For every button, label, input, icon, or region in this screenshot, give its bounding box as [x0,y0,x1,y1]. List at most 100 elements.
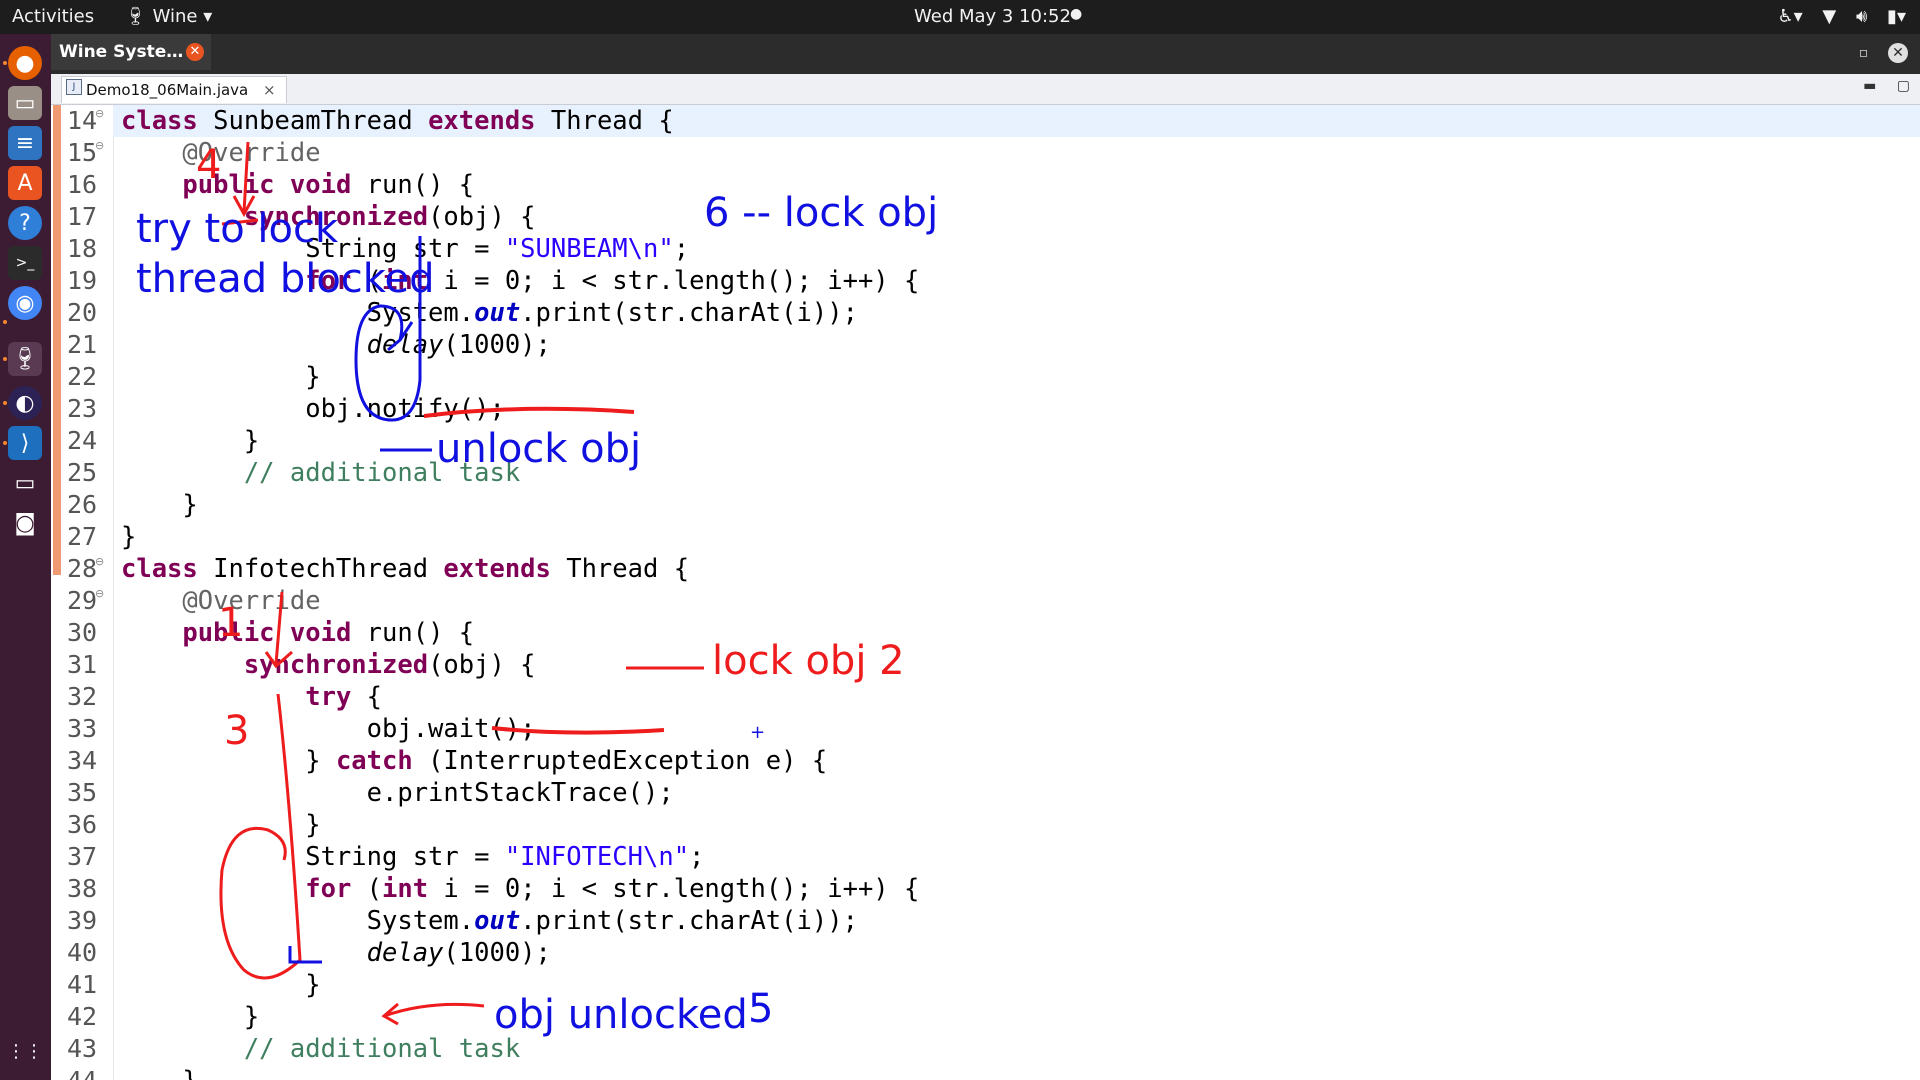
code-text: obj.notify(); [121,394,505,424]
code-editor[interactable]: 14 ⊖ class SunbeamThread extends Thread {1… [51,105,1920,1080]
line-number: 15 [67,138,98,167]
fold-toggle-icon[interactable]: ⊖ [95,107,104,120]
code-text: } [121,490,198,520]
screenshot-icon[interactable]: ◙ [8,506,42,540]
line-number: 20 [67,298,98,327]
chrome-icon[interactable]: ◉ [8,286,42,320]
window-titlebar: Wine Syste… ✕ ▫ ✕ [51,34,1920,74]
code-line[interactable]: 20 System.out.print(str.charAt(i)); [67,297,1920,329]
line-number: 17 [67,202,98,231]
fold-toggle-icon[interactable]: ⊖ [95,555,104,568]
code-line[interactable]: 16 public void run() { [67,169,1920,201]
line-number: 32 [67,682,98,711]
code-line[interactable]: 42 } [67,1001,1920,1033]
code-line[interactable]: 26 } [67,489,1920,521]
line-number: 35 [67,778,98,807]
code-line[interactable]: 38 for (int i = 0; i < str.length(); i++… [67,873,1920,905]
firefox-icon[interactable]: ● [8,46,42,80]
network-wifi-icon[interactable]: ▼ [1822,6,1836,27]
code-line[interactable]: 25 // additional task [67,457,1920,489]
code-text: } [121,522,137,552]
code-line[interactable]: 32 try { [67,681,1920,713]
line-number: 34 [67,746,98,775]
code-text: } [121,362,321,392]
terminal-icon[interactable]: >_ [8,246,42,280]
code-line[interactable]: 44 } [67,1065,1920,1080]
code-line[interactable]: 23 obj.notify(); [67,393,1920,425]
vscode-icon[interactable]: ⟩ [8,426,42,460]
line-number: 43 [67,1034,98,1063]
quick-diff-bar [53,105,61,575]
code-line[interactable]: 30 public void run() { [67,617,1920,649]
code-text: class InfotechThread extends Thread { [121,554,690,584]
remote-desktop-icon[interactable]: ▭ [8,466,42,500]
code-line[interactable]: 43 // additional task [67,1033,1920,1065]
accessibility-icon[interactable]: ♿︎▾ [1777,6,1802,27]
code-line[interactable]: 27} [67,521,1920,553]
line-number: 26 [67,490,98,519]
writer-icon[interactable]: ≡ [8,126,42,160]
line-number: 18 [67,234,98,263]
code-line[interactable]: 33 obj.wait(); [67,713,1920,745]
wine-menu-label: Wine [152,6,198,27]
code-line[interactable]: 21 delay(1000); [67,329,1920,361]
minimize-icon[interactable]: ▬ [1863,78,1876,94]
volume-icon[interactable]: 🔊︎ [1856,6,1867,27]
code-text: } [121,970,321,1000]
running-indicator [3,401,7,405]
code-line[interactable]: 31 synchronized(obj) { [67,649,1920,681]
line-number: 27 [67,522,98,551]
wine-icon[interactable]: 🍷︎ [8,342,42,376]
fold-toggle-icon[interactable]: ⊖ [95,587,104,600]
code-line[interactable]: 22 } [67,361,1920,393]
help-icon[interactable]: ? [8,206,42,240]
maximize-icon[interactable]: ▢ [1897,78,1910,94]
show-apps-icon[interactable]: ⋮⋮ [7,1034,43,1068]
close-tab-icon[interactable]: ✕ [186,43,204,61]
code-line[interactable]: 41 } [67,969,1920,1001]
code-area[interactable]: 14 ⊖ class SunbeamThread extends Thread {1… [67,105,1920,1080]
line-number: 33 [67,714,98,743]
code-text: } catch (InterruptedException e) { [121,746,828,776]
code-line[interactable]: 35 e.printStackTrace(); [67,777,1920,809]
line-number: 22 [67,362,98,391]
code-line[interactable]: 37 String str = "INFOTECH\n"; [67,841,1920,873]
running-indicator [3,320,7,324]
software-center-icon[interactable]: A [8,166,42,200]
wine-glass-icon: 🍷︎ [124,6,147,27]
code-text: for (int i = 0; i < str.length(); i++) { [305,266,920,296]
editor-file-tab[interactable]: J Demo18_06Main.java × [61,76,287,103]
code-line[interactable]: 40 delay(1000); [67,937,1920,969]
window-tab[interactable]: Wine Syste… ✕ [51,34,211,70]
files-icon[interactable]: ▭ [8,86,42,120]
line-number: 19 [67,266,98,295]
code-line[interactable]: 28 ⊖ class InfotechThread extends Thread { [67,553,1920,585]
notification-dot: ● [1070,6,1083,22]
restore-icon[interactable]: ▫ [1854,43,1874,63]
clock[interactable]: Wed May 3 10:52 [914,6,1071,27]
editor-view-controls: ▬ ▢ [1847,78,1910,94]
line-number: 21 [67,330,98,359]
battery-icon[interactable]: ▮▾ [1887,6,1906,27]
code-line[interactable]: 15 ⊖ @Override [67,137,1920,169]
code-line[interactable]: 34 } catch (InterruptedException e) { [67,745,1920,777]
code-line[interactable]: 36 } [67,809,1920,841]
code-line[interactable]: 18 String str = "SUNBEAM\n"; [67,233,1920,265]
close-window-icon[interactable]: ✕ [1888,43,1908,63]
code-line[interactable]: 17 synchronized(obj) { [67,201,1920,233]
line-number: 30 [67,618,98,647]
file-tab-label: Demo18_06Main.java [86,81,249,99]
code-line[interactable]: 24 } [67,425,1920,457]
code-line[interactable]: 29 ⊖ @Override [67,585,1920,617]
eclipse-icon[interactable]: ◐ [8,386,42,420]
code-line[interactable]: 14 ⊖ class SunbeamThread extends Thread { [67,105,1920,137]
system-tray[interactable]: ♿︎▾ ▼ 🔊︎ ▮▾ [1763,6,1906,27]
close-icon[interactable]: × [263,81,276,99]
java-file-icon: J [66,79,82,95]
code-line[interactable]: 39 System.out.print(str.charAt(i)); [67,905,1920,937]
line-number: 41 [67,970,98,999]
fold-toggle-icon[interactable]: ⊖ [95,139,104,152]
code-line[interactable]: 19 for (int i = 0; i < str.length(); i++… [67,265,1920,297]
activities-button[interactable]: Activities [12,6,94,27]
wine-app-menu[interactable]: 🍷︎ Wine ▾ [124,6,212,27]
